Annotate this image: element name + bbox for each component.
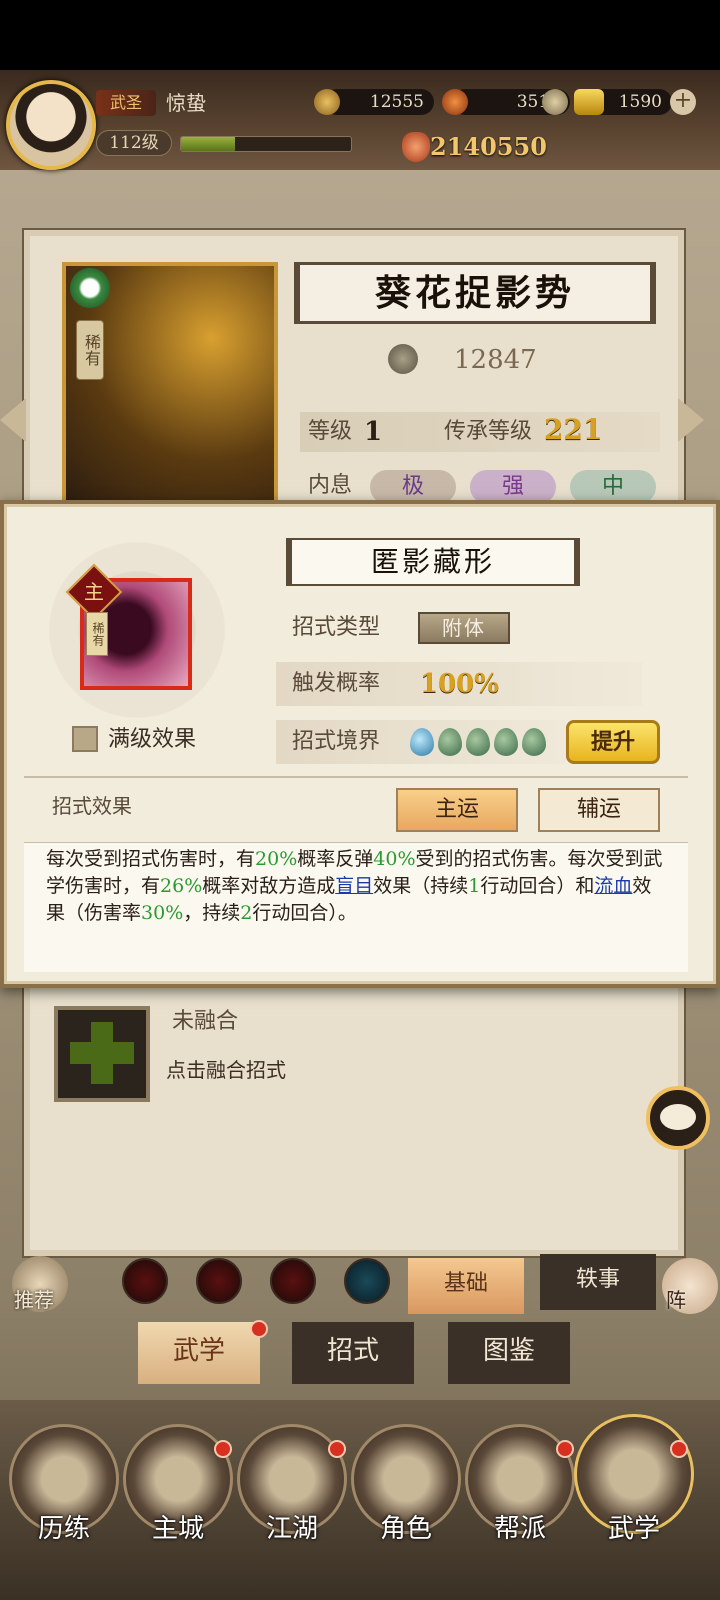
- inner-tag-1: 极: [370, 470, 456, 504]
- tab-martial-badge: [250, 1320, 268, 1338]
- nav-badge-6: [670, 1440, 688, 1458]
- realm-dot-icon: [410, 728, 434, 756]
- nav-badge-5: [556, 1440, 574, 1458]
- nav-badge-3: [328, 1440, 346, 1458]
- nav-label-5[interactable]: 帮派: [460, 1512, 580, 1546]
- inner-tag-3: 中: [570, 470, 656, 504]
- coins-counter: 12555: [324, 89, 434, 115]
- ingot-icon: [442, 89, 468, 115]
- max-level-label[interactable]: 满级效果: [108, 722, 196, 758]
- effect-value-2: 40%: [373, 848, 416, 870]
- player-rank-badge: 武圣: [96, 90, 157, 116]
- plus-icon-vertical: [91, 1022, 113, 1084]
- max-level-checkbox[interactable]: [72, 726, 98, 752]
- level-label: 等级: [308, 419, 353, 444]
- coin-icon: [314, 89, 340, 115]
- inherit-level-label: 传承等级: [444, 419, 533, 444]
- effect-title: 招式效果: [52, 794, 132, 818]
- tab-martial[interactable]: 武学: [138, 1322, 260, 1384]
- exchange-icon[interactable]: [542, 89, 568, 115]
- tab-main-effect[interactable]: 主运: [396, 788, 518, 832]
- recommend-label[interactable]: 推荐: [14, 1284, 54, 1313]
- effect-text-8: ，持续: [183, 902, 241, 924]
- effect-value-6: 2: [240, 902, 253, 924]
- player-name: 惊蛰: [166, 91, 206, 115]
- skill-type-label: 招式类型: [292, 615, 381, 640]
- effect-text-9: 行动回合）。: [252, 902, 357, 924]
- nav-label-1[interactable]: 历练: [4, 1512, 124, 1546]
- effect-value-1: 20%: [255, 848, 298, 870]
- realm-label: 招式境界: [292, 729, 381, 754]
- slot-icon-4[interactable]: [344, 1258, 390, 1304]
- tab-assist-effect[interactable]: 辅运: [538, 788, 660, 832]
- blind-link[interactable]: 盲目: [335, 875, 373, 897]
- popup-divider: [24, 776, 688, 778]
- effect-text-6: 行动回合）和: [480, 875, 595, 897]
- player-avatar[interactable]: [6, 80, 96, 170]
- tab-moves[interactable]: 招式: [292, 1322, 414, 1384]
- inner-breath-label: 内息: [308, 473, 353, 498]
- fusion-hint[interactable]: 点击融合招式: [166, 1052, 286, 1088]
- tab-story[interactable]: 轶事: [540, 1254, 656, 1310]
- inherit-level-value: 221: [544, 413, 603, 446]
- tab-basic[interactable]: 基础: [408, 1258, 524, 1314]
- nav-label-6[interactable]: 武学: [574, 1512, 694, 1546]
- xp-bar-fill: [181, 137, 236, 151]
- main-badge-text: 主: [84, 580, 104, 604]
- nav-badge-2: [214, 1440, 232, 1458]
- formation-label[interactable]: 阵: [666, 1284, 686, 1313]
- player-level: 112级: [96, 130, 172, 156]
- effect-value-4: 1: [468, 875, 481, 897]
- effect-description: 每次受到招式伤害时，有20%概率反弹40%受到的招式伤害。每次受到武学伤害时，有…: [46, 846, 666, 927]
- realm-dot-icon: [494, 728, 518, 756]
- martial-art-power: 12847: [454, 345, 537, 375]
- realm-dot-icon: [522, 728, 546, 756]
- effect-text-2: 概率反弹: [297, 848, 374, 870]
- effect-text-4: 概率对敌方造成: [202, 875, 336, 897]
- status-bar: [0, 0, 720, 70]
- fusion-status: 未融合: [172, 1009, 239, 1034]
- skill-type-value: 附体: [418, 612, 510, 644]
- level-value: 1: [364, 417, 383, 447]
- realm-dot-icon: [438, 728, 462, 756]
- bleed-link[interactable]: 流血: [594, 875, 632, 897]
- slot-icon-2[interactable]: [196, 1258, 242, 1304]
- effect-text-1: 每次受到招式伤害时，有: [46, 848, 256, 870]
- martial-art-rarity: 稀有: [76, 320, 104, 380]
- trigger-value: 100%: [420, 669, 499, 699]
- slot-icon-1[interactable]: [122, 1258, 168, 1304]
- nav-label-4[interactable]: 角色: [346, 1512, 466, 1546]
- trigger-label: 触发概率: [292, 671, 381, 696]
- nav-label-3[interactable]: 江湖: [232, 1512, 352, 1546]
- realm-dot-icon: [466, 728, 490, 756]
- tab-catalog[interactable]: 图鉴: [448, 1322, 570, 1384]
- xp-bar: [180, 136, 352, 152]
- slot-icon-3[interactable]: [270, 1258, 316, 1304]
- nav-label-2[interactable]: 主城: [118, 1512, 238, 1546]
- effect-text-5: 效果（持续: [373, 875, 469, 897]
- skill-rarity: 稀有: [86, 612, 108, 656]
- upgrade-button[interactable]: 提升: [566, 720, 660, 764]
- add-gold-icon[interactable]: +: [670, 89, 696, 115]
- martial-power-icon: [388, 344, 418, 374]
- inner-tag-2: 强: [470, 470, 556, 504]
- element-icon: [70, 268, 110, 308]
- chat-icon[interactable]: [646, 1086, 710, 1150]
- effect-value-3: 26%: [160, 875, 203, 897]
- martial-art-name: 葵花捉影势: [374, 272, 575, 314]
- skill-title: 匿影藏形: [370, 545, 495, 578]
- combat-power: 2140550: [430, 132, 547, 161]
- gold-ingot-icon: [574, 89, 604, 115]
- combat-power-icon: [402, 132, 430, 162]
- effect-value-5: 30%: [141, 902, 184, 924]
